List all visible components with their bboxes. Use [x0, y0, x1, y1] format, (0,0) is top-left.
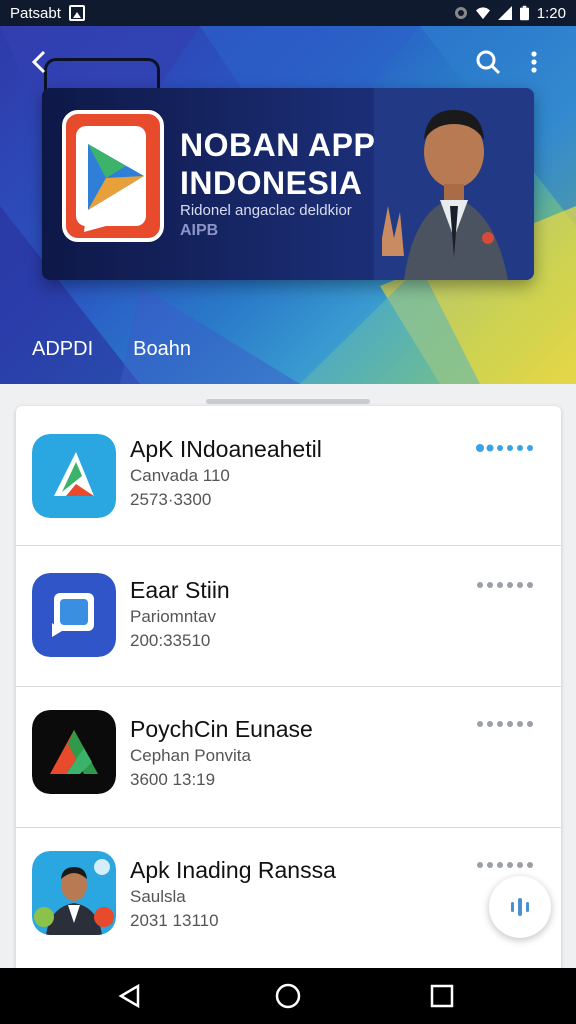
banner-title-line1: NOBAN APP: [180, 127, 376, 163]
app-name: Apk Inading Ranssa: [130, 857, 336, 883]
more-dots-icon[interactable]: [474, 859, 538, 871]
battery-icon: [519, 5, 529, 21]
hero-tabs: ADPDI Boahn: [32, 338, 191, 361]
status-bar: Patsabt 1:20: [0, 0, 576, 26]
more-dots-icon[interactable]: [474, 579, 538, 591]
chat-square-icon: [32, 573, 116, 657]
app-subtitle: Canvada 110: [130, 466, 230, 485]
banner-tag: AIPB: [180, 222, 219, 239]
back-arrow-icon[interactable]: [26, 48, 54, 76]
nav-home-icon[interactable]: [274, 982, 302, 1010]
app-name: Eaar Stiin: [130, 577, 230, 603]
nav-back-icon[interactable]: [116, 982, 144, 1010]
drag-handle[interactable]: [206, 399, 370, 404]
system-nav-bar: [0, 968, 576, 1024]
app-meta: 2573·3300: [130, 490, 212, 509]
signal-icon: [497, 6, 512, 20]
person-photo-icon: [32, 851, 116, 935]
wifi-icon: [475, 7, 490, 20]
banner-title: NOBAN APP INDONESIA: [180, 126, 375, 202]
app-subtitle: Saulsla: [130, 887, 186, 906]
app-meta: 2031 13110: [130, 911, 219, 930]
list-item[interactable]: Apk Inading Ranssa Saulsla 2031 13110: [16, 829, 561, 969]
carrier-label: Patsabt: [10, 4, 61, 22]
list-item[interactable]: ApK INdoaneahetil Canvada 110 2573·3300: [16, 406, 561, 546]
app-subtitle: Cephan Ponvita: [130, 746, 251, 765]
banner-subtitle: Ridonel angaclac deldkior: [180, 202, 352, 219]
search-icon[interactable]: [474, 48, 502, 76]
nav-recents-icon[interactable]: [428, 982, 456, 1010]
list-item[interactable]: Eaar Stiin Pariomntav 200:33510: [16, 547, 561, 687]
app-subtitle: Pariomntav: [130, 607, 216, 626]
voice-fab[interactable]: [489, 876, 551, 938]
app-list: ApK INdoaneahetil Canvada 110 2573·3300 …: [16, 406, 561, 976]
tab-boahn[interactable]: Boahn: [133, 338, 191, 361]
app-name: PoychCin Eunase: [130, 716, 313, 742]
clock: 1:20: [536, 4, 566, 22]
more-dots-icon[interactable]: [474, 442, 538, 454]
person-photo: [374, 88, 534, 280]
triangle-play-icon: [32, 434, 116, 518]
app-meta: 200:33510: [130, 631, 211, 650]
banner-title-line2: INDONESIA: [180, 165, 363, 201]
app-meta: 3600 13:19: [130, 770, 216, 789]
sync-icon: [454, 7, 467, 19]
a-triangle-icon: [32, 710, 116, 794]
app-bar: [0, 26, 576, 96]
status-icons: 1:20: [454, 5, 566, 22]
featured-banner[interactable]: NOBAN APP INDONESIA Ridonel angaclac del…: [42, 88, 534, 280]
tab-adpdi[interactable]: ADPDI: [32, 338, 93, 361]
gallery-icon: [68, 5, 85, 21]
more-vert-icon[interactable]: [522, 48, 546, 76]
banner-logo-icon: [84, 144, 144, 232]
hero-header: NOBAN APP INDONESIA Ridonel angaclac del…: [0, 26, 576, 384]
microphone-icon: [511, 898, 529, 916]
app-name: ApK INdoaneahetil: [130, 436, 322, 462]
banner-app-logo: [62, 110, 164, 242]
list-item[interactable]: PoychCin Eunase Cephan Ponvita 3600 13:1…: [16, 688, 561, 828]
more-dots-icon[interactable]: [474, 718, 538, 730]
